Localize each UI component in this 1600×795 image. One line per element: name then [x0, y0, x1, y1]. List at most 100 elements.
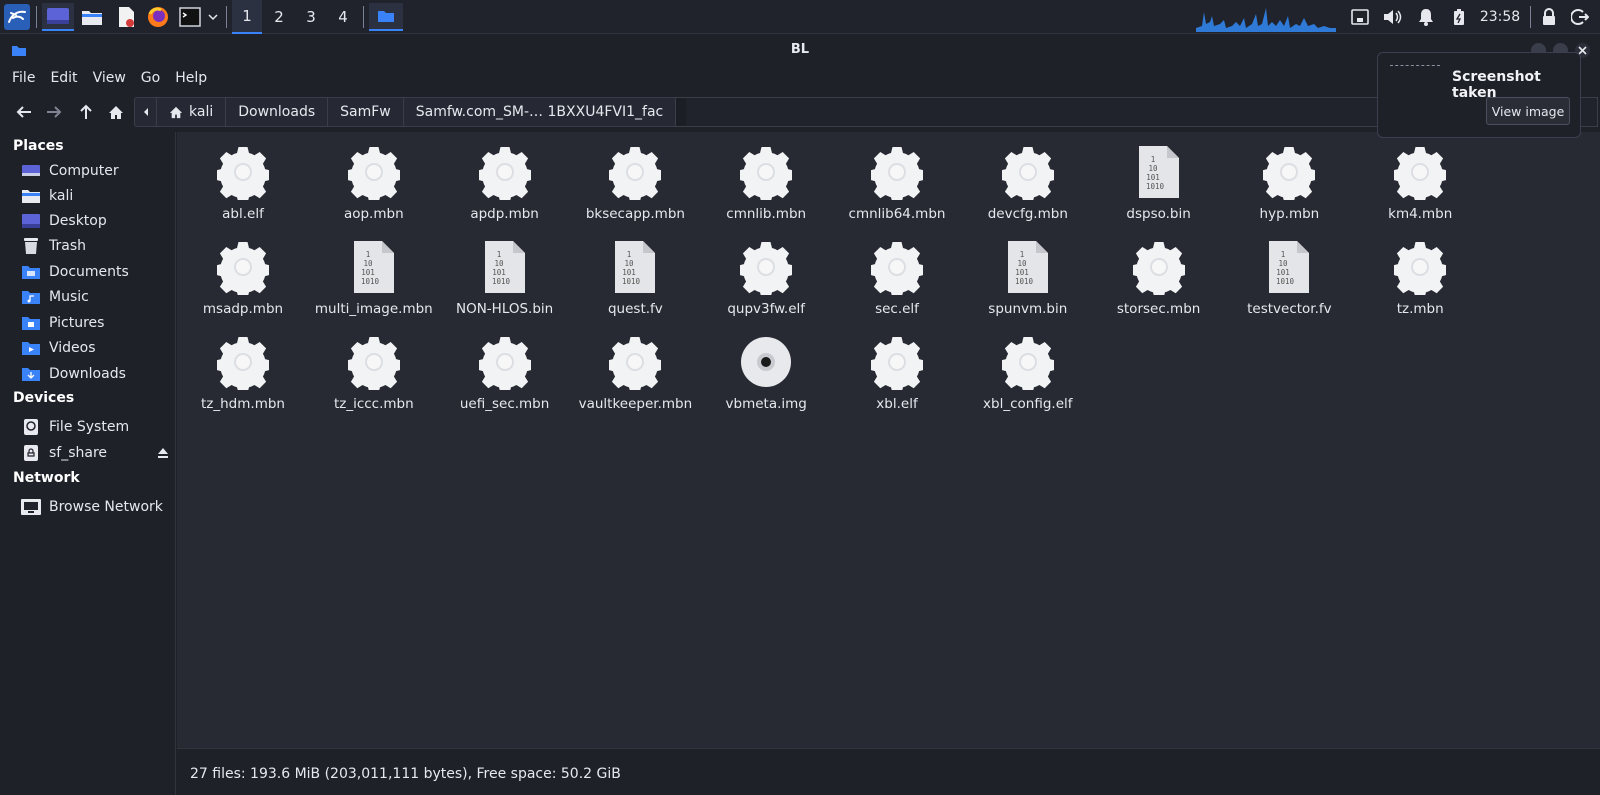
eject-icon: [158, 448, 168, 458]
file-item[interactable]: cmnlib64.mbn: [832, 138, 962, 228]
eject-button[interactable]: [156, 446, 170, 460]
file-item[interactable]: vbmeta.img: [701, 328, 831, 418]
file-item[interactable]: aop.mbn: [309, 138, 439, 228]
path-segment-samfw[interactable]: SamFw: [328, 98, 404, 126]
sidebar-item-label: Trash: [49, 238, 86, 254]
sidebar-item-kali[interactable]: kali: [20, 184, 174, 208]
file-item[interactable]: 1 10 101 1010 NON-HLOS.bin: [440, 233, 570, 323]
svg-text:1010: 1010: [622, 277, 641, 286]
screenshot-thumbnail: [1390, 65, 1440, 87]
sidebar-item-trash[interactable]: Trash: [20, 234, 174, 258]
file-item[interactable]: xbl.elf: [832, 328, 962, 418]
workspace-2[interactable]: 2: [264, 0, 294, 34]
gear-file-icon: [999, 334, 1056, 394]
file-name: msadp.mbn: [202, 301, 284, 317]
terminal-launcher-icon[interactable]: [176, 3, 204, 31]
file-item[interactable]: bksecapp.mbn: [570, 138, 700, 228]
launcher-dropdown-chevron-icon[interactable]: [204, 3, 222, 31]
show-desktop-button[interactable]: [42, 3, 74, 31]
text-editor-launcher-icon[interactable]: [112, 3, 140, 31]
screenshot-notification[interactable]: Screenshot taken View image: [1377, 52, 1581, 138]
svg-text:101: 101: [1277, 268, 1291, 277]
back-button[interactable]: [12, 100, 36, 124]
workspace-4[interactable]: 4: [328, 0, 358, 34]
path-segment-downloads[interactable]: Downloads: [226, 98, 329, 126]
cpu-graph: [1196, 8, 1336, 32]
binary-file-icon: 1 10 101 1010: [479, 239, 531, 295]
file-item[interactable]: tz_iccc.mbn: [309, 328, 439, 418]
file-item[interactable]: storsec.mbn: [1094, 233, 1224, 323]
file-item[interactable]: devcfg.mbn: [963, 138, 1093, 228]
file-item[interactable]: 1 10 101 1010 spunvm.bin: [963, 233, 1093, 323]
view-image-button[interactable]: View image: [1486, 97, 1570, 125]
file-name: apdp.mbn: [470, 206, 539, 222]
gear-file-icon: [1392, 239, 1449, 299]
forward-button[interactable]: [42, 100, 66, 124]
path-segment-kali[interactable]: kali: [157, 98, 227, 126]
logout-icon[interactable]: [1566, 0, 1594, 34]
sidebar-item-videos[interactable]: Videos: [20, 336, 174, 360]
home-button[interactable]: [104, 100, 128, 124]
file-item[interactable]: 1 10 101 1010 multi_image.mbn: [309, 233, 439, 323]
sidebar-item-file-system[interactable]: File System: [20, 415, 174, 439]
notifications-bell-icon[interactable]: [1412, 0, 1440, 34]
taskbar-window-file-manager[interactable]: [369, 3, 403, 31]
svg-text:101: 101: [1146, 173, 1160, 182]
computer-icon: [20, 162, 42, 180]
file-item[interactable]: qupv3fw.elf: [701, 233, 831, 323]
gear-file-icon: [868, 239, 926, 299]
file-item[interactable]: tz_hdm.mbn: [178, 328, 308, 418]
menu-file[interactable]: File: [12, 70, 35, 86]
volume-tray-icon[interactable]: [1378, 0, 1406, 34]
menu-go[interactable]: Go: [141, 70, 160, 86]
file-item[interactable]: apdp.mbn: [440, 138, 570, 228]
file-item[interactable]: hyp.mbn: [1224, 138, 1354, 228]
firefox-launcher-icon[interactable]: [144, 3, 172, 31]
file-item[interactable]: tz.mbn: [1355, 233, 1485, 323]
workspace-3[interactable]: 3: [296, 0, 326, 34]
path-scroll-left-button[interactable]: [135, 98, 157, 126]
network-tray-icon[interactable]: [1346, 0, 1374, 34]
file-name: tz_hdm.mbn: [201, 396, 285, 412]
sidebar-item-browse-network[interactable]: Browse Network: [20, 495, 174, 519]
pictures-folder-icon: [20, 314, 42, 332]
file-item[interactable]: xbl_config.elf: [963, 328, 1093, 418]
workspace-1[interactable]: 1: [232, 0, 262, 34]
lock-screen-icon[interactable]: [1536, 0, 1562, 34]
file-item[interactable]: 1 10 101 1010 testvector.fv: [1224, 233, 1354, 323]
sidebar-item-downloads[interactable]: Downloads: [20, 362, 174, 386]
file-item[interactable]: msadp.mbn: [178, 233, 308, 323]
menu-edit[interactable]: Edit: [50, 70, 77, 86]
file-item[interactable]: cmnlib.mbn: [701, 138, 831, 228]
sidebar-item-pictures[interactable]: Pictures: [20, 311, 174, 335]
sidebar-item-music[interactable]: Music: [20, 285, 174, 309]
file-name: cmnlib64.mbn: [848, 206, 946, 222]
gear-file-icon: [868, 334, 926, 394]
menu-view[interactable]: View: [93, 70, 126, 86]
clock[interactable]: 23:58: [1474, 0, 1526, 34]
svg-text:1: 1: [1150, 155, 1155, 164]
file-item[interactable]: 1 10 101 1010 dspso.bin: [1094, 138, 1224, 228]
svg-text:1010: 1010: [1276, 277, 1295, 286]
sidebar-item-desktop[interactable]: Desktop: [20, 209, 174, 233]
file-item[interactable]: sec.elf: [832, 233, 962, 323]
sidebar-item-label: Computer: [49, 163, 119, 179]
battery-icon[interactable]: [1446, 0, 1472, 34]
file-icon-view[interactable]: abl.elf aop.mbn apdp.mbn bksecapp.mbn cmnlib…: [177, 132, 1600, 748]
documents-folder-icon: [20, 263, 42, 281]
file-item[interactable]: km4.mbn: [1355, 138, 1485, 228]
up-button[interactable]: [74, 100, 98, 124]
file-item[interactable]: vaultkeeper.mbn: [570, 328, 700, 418]
sidebar-item-sf-share[interactable]: sf_share: [20, 441, 174, 465]
file-item[interactable]: 1 10 101 1010 quest.fv: [570, 233, 700, 323]
window-titlebar[interactable]: BL: [0, 35, 1600, 65]
downloads-folder-icon: [20, 365, 42, 383]
path-segment-samfw-firmware[interactable]: Samfw.com_SM-… 1BXXU4FVI1_fac: [404, 98, 677, 126]
file-item[interactable]: abl.elf: [178, 138, 308, 228]
kali-menu-icon[interactable]: [2, 3, 32, 31]
file-item[interactable]: uefi_sec.mbn: [440, 328, 570, 418]
sidebar-item-documents[interactable]: Documents: [20, 260, 174, 284]
sidebar-item-computer[interactable]: Computer: [20, 159, 174, 183]
menu-help[interactable]: Help: [175, 70, 207, 86]
file-manager-launcher-icon[interactable]: [78, 3, 106, 31]
